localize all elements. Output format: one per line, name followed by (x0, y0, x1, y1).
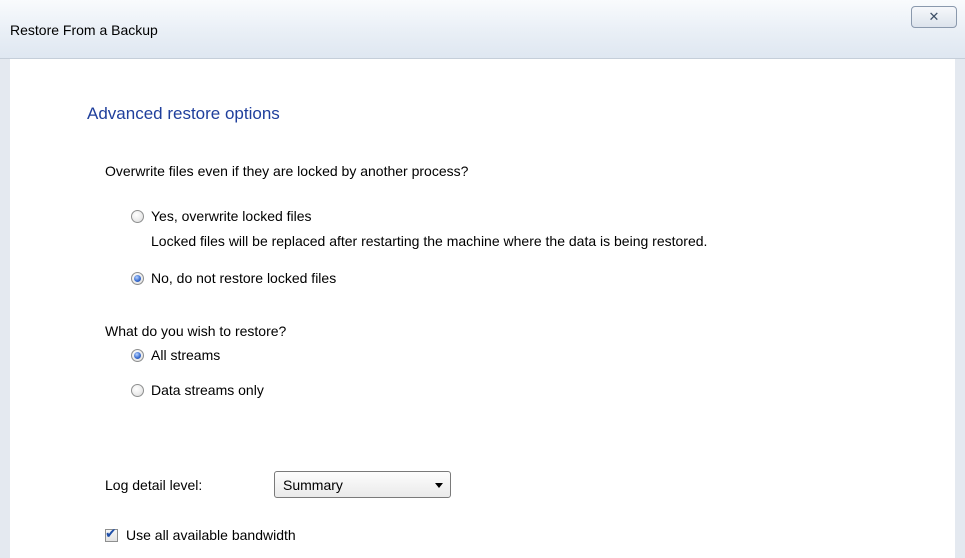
bandwidth-checkbox[interactable]: ✔ (105, 526, 118, 542)
bandwidth-label[interactable]: Use all available bandwidth (126, 527, 296, 543)
dropdown-arrow-icon (435, 483, 443, 488)
title-bar[interactable]: Restore From a Backup ✕ (0, 0, 965, 59)
restore-question: What do you wish to restore? (105, 323, 287, 339)
close-button[interactable]: ✕ (911, 6, 957, 28)
log-detail-select[interactable]: Summary (274, 471, 451, 498)
dialog-content: Advanced restore options Overwrite files… (0, 59, 965, 558)
log-detail-label: Log detail level: (105, 477, 203, 493)
overwrite-question: Overwrite files even if they are locked … (105, 163, 469, 179)
overwrite-no-radio[interactable] (131, 272, 144, 285)
all-streams-label[interactable]: All streams (151, 347, 220, 363)
data-streams-label[interactable]: Data streams only (151, 382, 264, 398)
all-streams-radio[interactable] (131, 349, 144, 362)
overwrite-no-label[interactable]: No, do not restore locked files (151, 270, 336, 286)
checkmark-icon: ✔ (105, 526, 117, 542)
overwrite-yes-label[interactable]: Yes, overwrite locked files (151, 208, 312, 224)
window-title: Restore From a Backup (10, 22, 158, 38)
close-icon: ✕ (928, 9, 940, 25)
section-heading: Advanced restore options (87, 104, 280, 123)
data-streams-radio[interactable] (131, 384, 144, 397)
log-detail-value: Summary (283, 477, 343, 493)
overwrite-yes-description: Locked files will be replaced after rest… (151, 233, 708, 249)
restore-dialog: Restore From a Backup ✕ Advanced restore… (0, 0, 965, 558)
overwrite-yes-radio[interactable] (131, 210, 144, 223)
